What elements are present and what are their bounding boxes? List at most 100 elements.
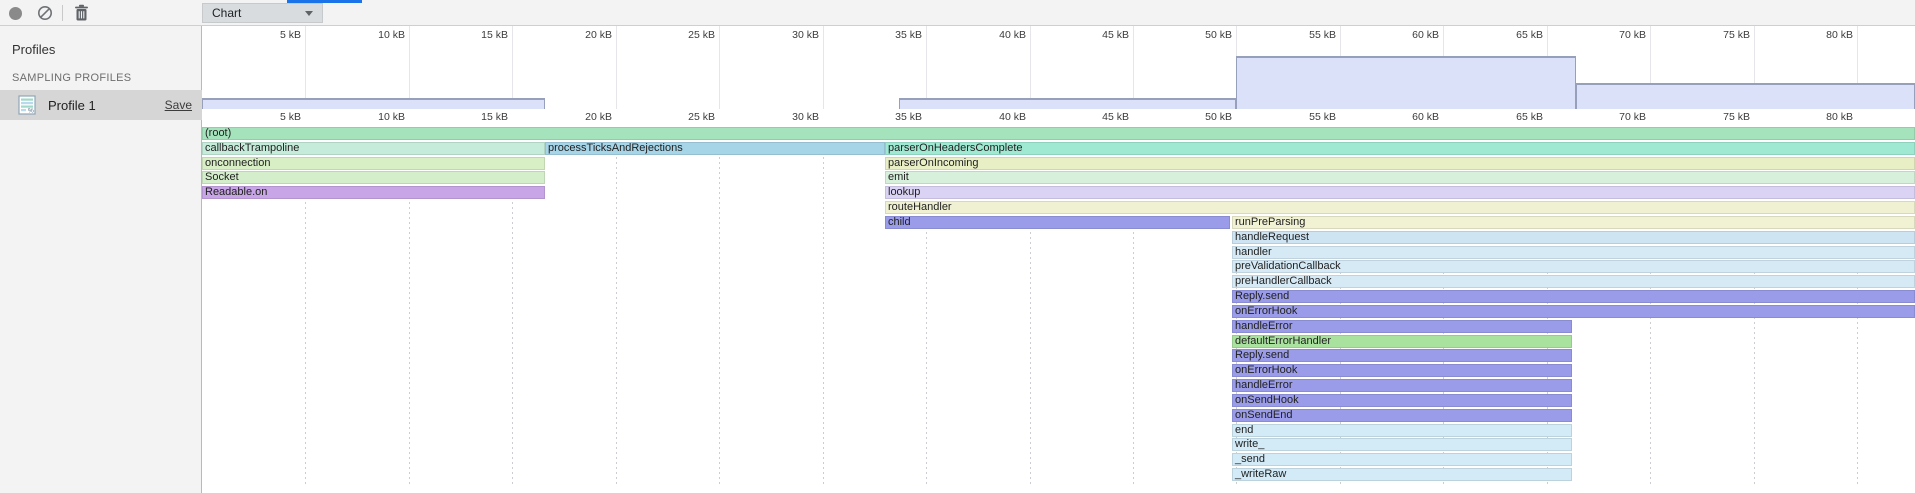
flame-axis-tick-label: 70 kB — [1619, 111, 1650, 123]
flame-bar-socket[interactable]: Socket — [202, 171, 545, 184]
flame-bar-onerrorhook[interactable]: onErrorHook — [1232, 364, 1572, 377]
flame-chart-axis: 5 kB 10 kB 15 kB 20 kB 25 kB 30 kB 35 kB 40 kB 4… — [202, 109, 1915, 127]
flame-axis-tick-label: 25 kB — [688, 111, 719, 123]
overview-gridline — [1133, 26, 1134, 109]
flame-bar-reply-send[interactable]: Reply.send — [1232, 349, 1572, 362]
overview-area-step — [1576, 83, 1915, 109]
overview-tick-label: 35 kB — [895, 29, 926, 41]
flame-bar-handlerequest[interactable]: handleRequest — [1232, 231, 1915, 244]
clear-all-button[interactable] — [37, 5, 53, 21]
flame-bar-runpreparsing[interactable]: runPreParsing — [1232, 216, 1915, 229]
overview-tick-label: 15 kB — [481, 29, 512, 41]
flame-bar-defaulterrorhandler[interactable]: defaultErrorHandler — [1232, 335, 1572, 348]
overview-gridline — [616, 26, 617, 109]
overview-tick-label: 30 kB — [792, 29, 823, 41]
flame-bar-child[interactable]: child — [885, 216, 1230, 229]
flame-axis-tick-label: 80 kB — [1826, 111, 1857, 123]
flame-bar-parseronheaderscomplete[interactable]: parserOnHeadersComplete — [885, 142, 1915, 155]
trash-icon — [73, 9, 90, 26]
flame-bar-processticksandrejections[interactable]: processTicksAndRejections — [545, 142, 885, 155]
overview-scrubber[interactable]: 5 kB 10 kB 15 kB 20 kB 25 kB 30 kB 35 kB 40 kB 4… — [202, 26, 1915, 109]
sidebar-title: Profiles — [12, 42, 55, 57]
flame-bar-reply-send[interactable]: Reply.send — [1232, 290, 1915, 303]
overview-area-step — [202, 98, 545, 109]
overview-tick-label: 10 kB — [378, 29, 409, 41]
overview-tick-label: 40 kB — [999, 29, 1030, 41]
overview-area-step — [899, 98, 1236, 109]
flame-bar--writeraw[interactable]: _writeRaw — [1232, 468, 1572, 481]
overview-tick-label: 50 kB — [1205, 29, 1236, 41]
overview-gridline — [305, 26, 306, 109]
flame-axis-tick-label: 40 kB — [999, 111, 1030, 123]
flame-axis-tick-label: 55 kB — [1309, 111, 1340, 123]
flame-gridline — [823, 127, 824, 487]
flame-axis-tick-label: 20 kB — [585, 111, 616, 123]
flame-bar-end[interactable]: end — [1232, 424, 1572, 437]
toolbar-separator — [62, 5, 63, 21]
svg-text:%: % — [28, 108, 34, 115]
chevron-down-icon — [305, 11, 313, 16]
overview-tick-label: 5 kB — [280, 29, 305, 41]
flame-chart-rows: (root) callbackTrampolineprocessTicksAndR… — [202, 127, 1915, 493]
save-profile-link[interactable]: Save — [165, 98, 192, 112]
overview-gridline — [719, 26, 720, 109]
delete-profile-button[interactable] — [73, 4, 90, 22]
flame-axis-tick-label: 45 kB — [1102, 111, 1133, 123]
flame-bar-onsendhook[interactable]: onSendHook — [1232, 394, 1572, 407]
sidebar-item-profile-1[interactable]: % Profile 1 Save — [0, 90, 202, 120]
record-button[interactable] — [9, 7, 22, 20]
flame-axis-tick-label: 50 kB — [1205, 111, 1236, 123]
flame-bar-emit[interactable]: emit — [885, 171, 1915, 184]
overview-tick-label: 55 kB — [1309, 29, 1340, 41]
flame-axis-tick-label: 60 kB — [1412, 111, 1443, 123]
flame-bar--send[interactable]: _send — [1232, 453, 1572, 466]
flame-bar-handleerror[interactable]: handleError — [1232, 379, 1572, 392]
profile-name: Profile 1 — [48, 98, 96, 113]
overview-gridline — [512, 26, 513, 109]
flame-bar-prevalidationcallback[interactable]: preValidationCallback — [1232, 260, 1915, 273]
overview-tick-label: 25 kB — [688, 29, 719, 41]
flame-bar-lookup[interactable]: lookup — [885, 186, 1915, 199]
overview-gridline — [823, 26, 824, 109]
overview-tick-label: 65 kB — [1516, 29, 1547, 41]
flame-axis-tick-label: 75 kB — [1723, 111, 1754, 123]
overview-tick-label: 70 kB — [1619, 29, 1650, 41]
flame-gridline — [616, 127, 617, 487]
profiles-sidebar: Profiles SAMPLING PROFILES % Profile 1 S… — [0, 26, 202, 493]
flame-axis-tick-label: 65 kB — [1516, 111, 1547, 123]
flame-bar-callbacktrampoline[interactable]: callbackTrampoline — [202, 142, 545, 155]
flame-chart-panel: 5 kB 10 kB 15 kB 20 kB 25 kB 30 kB 35 kB 40 kB 4… — [202, 26, 1915, 493]
flame-bar-onsendend[interactable]: onSendEnd — [1232, 409, 1572, 422]
flame-bar-parseronincoming[interactable]: parserOnIncoming — [885, 157, 1915, 170]
overview-gridline — [926, 26, 927, 109]
flame-bar-routehandler[interactable]: routeHandler — [885, 201, 1915, 214]
flame-bar-prehandlercallback[interactable]: preHandlerCallback — [1232, 275, 1915, 288]
sampling-profiles-section-label: SAMPLING PROFILES — [12, 72, 131, 84]
flame-axis-tick-label: 30 kB — [792, 111, 823, 123]
flame-bar-write-[interactable]: write_ — [1232, 438, 1572, 451]
flame-bar-handleerror[interactable]: handleError — [1232, 320, 1572, 333]
overview-tick-label: 45 kB — [1102, 29, 1133, 41]
overview-gridline — [1030, 26, 1031, 109]
overview-tick-label: 80 kB — [1826, 29, 1857, 41]
flame-axis-tick-label: 15 kB — [481, 111, 512, 123]
block-icon — [37, 5, 53, 21]
view-mode-value: Chart — [212, 6, 241, 20]
flame-axis-tick-label: 35 kB — [895, 111, 926, 123]
flame-axis-tick-label: 5 kB — [280, 111, 305, 123]
overview-gridline — [409, 26, 410, 109]
flame-bar-readable-on[interactable]: Readable.on — [202, 186, 545, 199]
overview-tick-label: 60 kB — [1412, 29, 1443, 41]
overview-area-step — [1236, 56, 1576, 109]
view-mode-select[interactable]: Chart — [202, 3, 323, 23]
flame-gridline — [719, 127, 720, 487]
flame-axis-tick-label: 10 kB — [378, 111, 409, 123]
flame-bar-onconnection[interactable]: onconnection — [202, 157, 545, 170]
overview-tick-label: 20 kB — [585, 29, 616, 41]
profile-document-icon: % — [18, 95, 36, 115]
overview-tick-label: 75 kB — [1723, 29, 1754, 41]
toolbar: Chart — [0, 0, 1915, 26]
flame-bar-onerrorhook[interactable]: onErrorHook — [1232, 305, 1915, 318]
flame-bar-handler[interactable]: handler — [1232, 246, 1915, 259]
flame-bar--root-[interactable]: (root) — [202, 127, 1915, 140]
